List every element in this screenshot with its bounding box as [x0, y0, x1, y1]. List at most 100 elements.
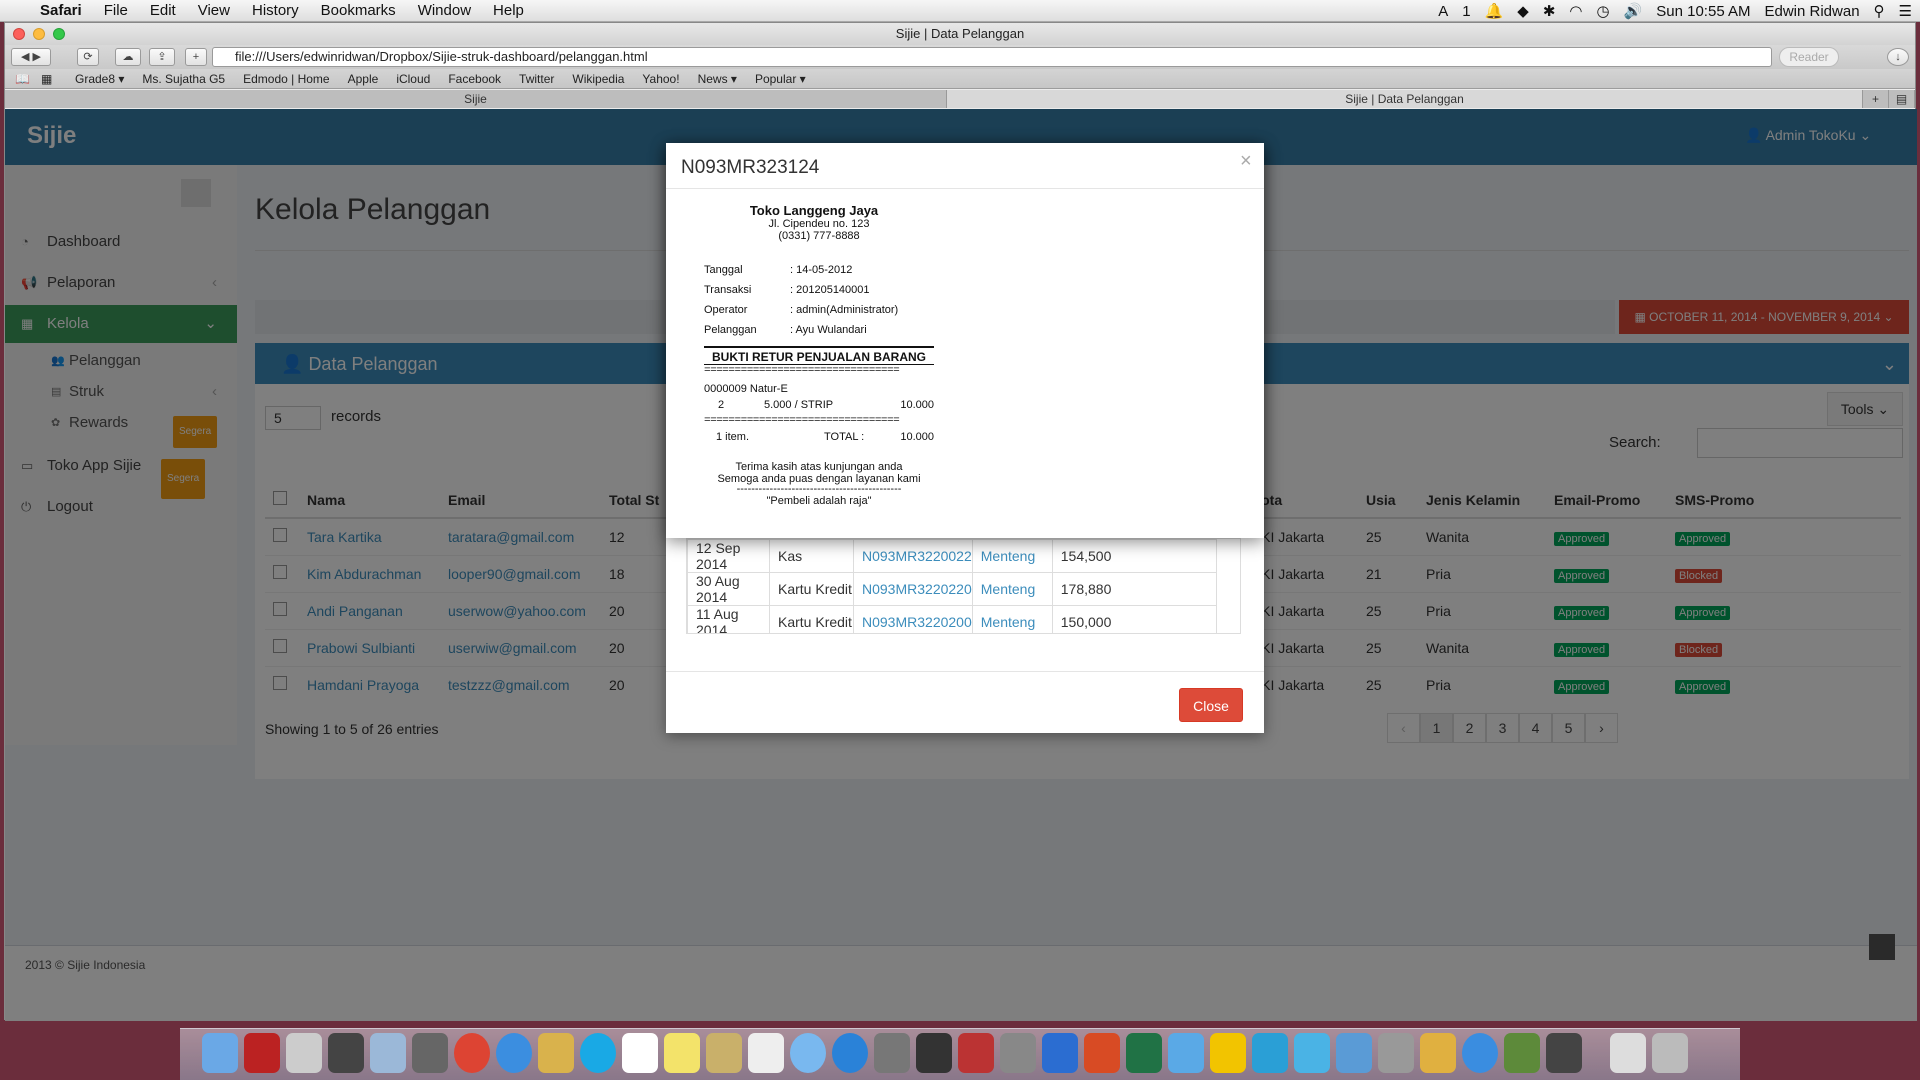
- chrome-icon[interactable]: [454, 1033, 490, 1073]
- bookmark-item[interactable]: Twitter: [519, 72, 554, 86]
- itunes-icon[interactable]: [1462, 1033, 1498, 1073]
- app-store-icon[interactable]: [832, 1033, 868, 1073]
- outlook-icon[interactable]: [1210, 1033, 1246, 1073]
- reminders-icon[interactable]: [748, 1033, 784, 1073]
- bookmark-item[interactable]: Wikipedia: [572, 72, 624, 86]
- xcode-icon[interactable]: [1420, 1033, 1456, 1073]
- receipt-item-price: 5.000 / STRIP: [764, 399, 834, 411]
- bluetooth-icon[interactable]: ✱: [1543, 2, 1556, 20]
- utility-icon[interactable]: [1378, 1033, 1414, 1073]
- contacts-icon[interactable]: [538, 1033, 574, 1073]
- reading-list-icon[interactable]: 📖: [15, 72, 30, 86]
- menu-view[interactable]: View: [187, 2, 241, 19]
- share-icon[interactable]: ⇪: [149, 48, 175, 66]
- top-sites-icon[interactable]: ▦: [41, 72, 52, 86]
- safari-icon[interactable]: [496, 1033, 532, 1073]
- transactions-table-scroll[interactable]: 12 Sep 2014 Kas N093MR3220022 Menteng 154,50…: [686, 538, 1241, 634]
- communicator-icon[interactable]: [1294, 1033, 1330, 1073]
- bookmark-item[interactable]: Grade8 ▾: [75, 72, 124, 86]
- menu-history[interactable]: History: [241, 2, 310, 19]
- transaction-date: 11 Aug 2014: [687, 605, 770, 633]
- bookmark-item[interactable]: Edmodo | Home: [243, 72, 330, 86]
- back-forward-button[interactable]: ◀ ▶: [11, 48, 51, 66]
- stickies-icon[interactable]: [664, 1033, 700, 1073]
- menu-file[interactable]: File: [93, 2, 139, 19]
- system-preferences-icon[interactable]: [1000, 1033, 1036, 1073]
- launchpad-icon[interactable]: [286, 1033, 322, 1073]
- powerpoint-icon[interactable]: [1084, 1033, 1120, 1073]
- facetime-icon[interactable]: [874, 1033, 910, 1073]
- photo-booth-icon[interactable]: [412, 1033, 448, 1073]
- close-button[interactable]: Close: [1179, 688, 1243, 722]
- skype-icon[interactable]: [580, 1033, 616, 1073]
- menu-user[interactable]: Edwin Ridwan: [1765, 3, 1860, 20]
- menu-help[interactable]: Help: [482, 2, 535, 19]
- menu-app-name[interactable]: Safari: [29, 2, 93, 19]
- adobe-icon[interactable]: A: [1438, 3, 1448, 20]
- sublime-text-icon[interactable]: [1546, 1033, 1582, 1073]
- menu-clock[interactable]: Sun 10:55 AM: [1656, 3, 1750, 20]
- calendar-icon[interactable]: [622, 1033, 658, 1073]
- excel-icon[interactable]: [1126, 1033, 1162, 1073]
- bell-icon[interactable]: 🔔: [1485, 2, 1504, 20]
- dropbox-icon[interactable]: [1168, 1033, 1204, 1073]
- minecraft-icon[interactable]: [1504, 1033, 1540, 1073]
- network-icon[interactable]: [1336, 1033, 1372, 1073]
- icloud-tabs-icon[interactable]: ☁: [115, 48, 141, 66]
- photo-app-icon[interactable]: [958, 1033, 994, 1073]
- bookmark-item[interactable]: News ▾: [698, 72, 737, 86]
- minimize-window-icon[interactable]: [33, 28, 45, 40]
- tab-overview-icon[interactable]: ▤: [1889, 90, 1915, 108]
- add-tab-icon[interactable]: +: [1863, 90, 1889, 108]
- imovie-icon[interactable]: [706, 1033, 742, 1073]
- tab-sijie[interactable]: Sijie: [5, 90, 947, 108]
- zoom-window-icon[interactable]: [53, 28, 65, 40]
- wifi-icon[interactable]: ◠: [1569, 2, 1582, 20]
- new-tab-icon[interactable]: +: [185, 48, 207, 66]
- receipt-item-name: 0000009 Natur-E: [704, 383, 788, 395]
- reload-button[interactable]: ⟳: [77, 48, 99, 66]
- spotlight-icon[interactable]: ⚲: [1874, 2, 1885, 20]
- dropbox-icon[interactable]: ◆: [1517, 2, 1529, 20]
- download-icon[interactable]: ↓: [1887, 48, 1909, 66]
- address-bar[interactable]: file:///Users/edwinridwan/Dropbox/Sijie-…: [212, 47, 1772, 67]
- jar-file-icon[interactable]: [1610, 1033, 1646, 1073]
- preview-icon[interactable]: [370, 1033, 406, 1073]
- bookmark-item[interactable]: Ms. Sujatha G5: [142, 72, 225, 86]
- reader-button[interactable]: Reader: [1779, 47, 1839, 67]
- word-icon[interactable]: [1042, 1033, 1078, 1073]
- c-app-icon[interactable]: [1252, 1033, 1288, 1073]
- time-machine-icon[interactable]: ◷: [1596, 2, 1609, 20]
- transaction-store-link[interactable]: Menteng: [971, 572, 1053, 606]
- bookmark-item[interactable]: Yahoo!: [642, 72, 679, 86]
- transaction-amount: 154,500: [1051, 539, 1218, 573]
- menu-bookmarks[interactable]: Bookmarks: [310, 2, 407, 19]
- receipt-field-value: : 14-05-2012: [790, 264, 853, 276]
- bookmark-item[interactable]: Apple: [348, 72, 379, 86]
- mission-control-icon[interactable]: [328, 1033, 364, 1073]
- notification-center-icon[interactable]: ☰: [1899, 2, 1912, 20]
- trash-icon[interactable]: [1652, 1033, 1688, 1073]
- close-icon[interactable]: ×: [1240, 150, 1252, 173]
- menu-window[interactable]: Window: [407, 2, 482, 19]
- transaction-date: 12 Sep 2014: [687, 539, 770, 573]
- tab-data-pelanggan[interactable]: Sijie | Data Pelanggan: [947, 90, 1863, 108]
- modal-title: N093MR323124: [681, 157, 820, 178]
- transaction-id-link[interactable]: N093MR3220022: [853, 539, 973, 573]
- transaction-store-link[interactable]: Menteng: [971, 539, 1053, 573]
- transaction-date: 30 Aug 2014: [687, 572, 770, 606]
- volume-icon[interactable]: 🔊: [1624, 2, 1643, 20]
- transaction-store-link[interactable]: Menteng: [971, 605, 1053, 633]
- bookmark-item[interactable]: Facebook: [448, 72, 501, 86]
- bookmark-item[interactable]: Popular ▾: [755, 72, 806, 86]
- wineskin-icon[interactable]: [244, 1033, 280, 1073]
- iphoto-icon[interactable]: [916, 1033, 952, 1073]
- finder-icon[interactable]: [202, 1033, 238, 1073]
- menu-edit[interactable]: Edit: [139, 2, 187, 19]
- bookmarks-bar: 📖 ▦ Grade8 ▾ Ms. Sujatha G5 Edmodo | Hom…: [5, 69, 1915, 89]
- transaction-id-link[interactable]: N093MR3220220: [853, 572, 973, 606]
- close-window-icon[interactable]: [13, 28, 25, 40]
- bookmark-item[interactable]: iCloud: [396, 72, 430, 86]
- transaction-id-link[interactable]: N093MR3220200: [853, 605, 973, 633]
- messages-icon[interactable]: [790, 1033, 826, 1073]
